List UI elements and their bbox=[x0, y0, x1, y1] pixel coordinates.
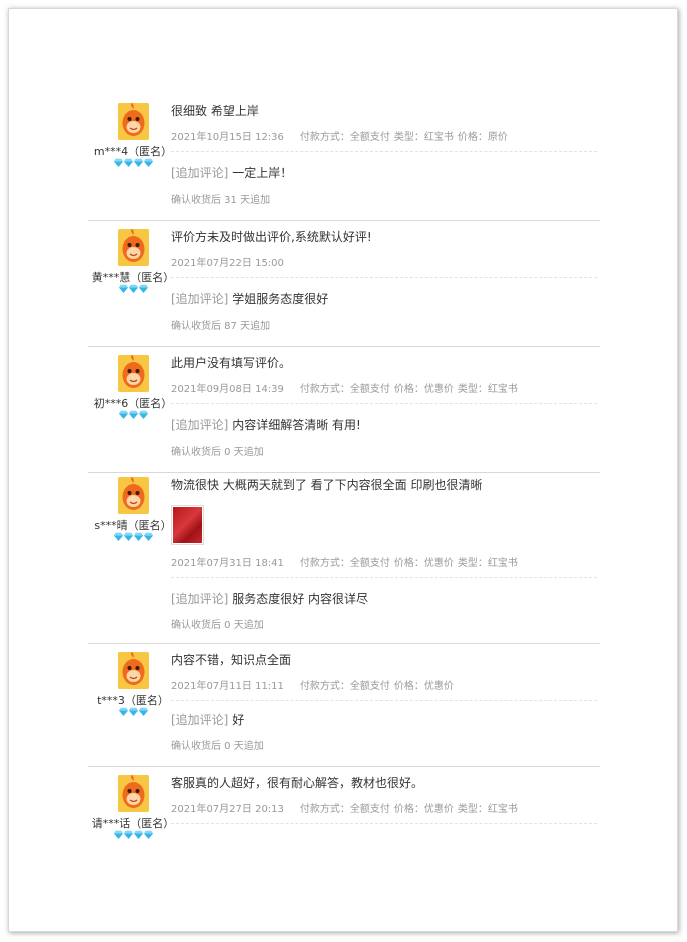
order-meta: 价格：优惠价 bbox=[393, 681, 454, 692]
additional-review-tag: [追加评论] bbox=[171, 418, 229, 432]
review-item: s***晴（匿名） 物流很快 大概两天就到了 看了下内容很全面 印刷也很清晰 202… bbox=[88, 477, 600, 644]
additional-review-tag: [追加评论] bbox=[171, 592, 229, 606]
reviewer-name: m***4（匿名） bbox=[93, 145, 173, 158]
additional-review-tag: [追加评论] bbox=[171, 166, 229, 180]
additional-review: [追加评论] 学姐服务态度很好 bbox=[171, 291, 597, 307]
avatar[interactable] bbox=[118, 103, 149, 140]
review-item: t***3（匿名） 内容不错，知识点全面 2021年07月11日 11:11 付款方式… bbox=[88, 652, 600, 767]
diamond-icon bbox=[128, 707, 138, 716]
reviewer-name: 初***6（匿名） bbox=[93, 397, 173, 410]
review-date: 2021年07月22日 15:00 bbox=[171, 258, 284, 269]
additional-review: [追加评论] 好 bbox=[171, 712, 597, 728]
additional-review-time: 确认收货后 0 天追加 bbox=[171, 741, 264, 752]
review-date: 2021年10月15日 12:36 bbox=[171, 132, 284, 143]
review-text: 此用户没有填写评价。 bbox=[171, 356, 292, 370]
order-meta: 类型：红宝书 bbox=[393, 132, 454, 143]
diamond-icon bbox=[143, 158, 153, 167]
review-item: 初***6（匿名） 此用户没有填写评价。 2021年09月08日 14:39 付款方式… bbox=[88, 355, 600, 473]
review-date: 2021年09月08日 14:39 bbox=[171, 384, 284, 395]
additional-review: [追加评论] 内容详细解答清晰 有用! bbox=[171, 417, 597, 433]
diamond-icon bbox=[138, 410, 148, 419]
review-item: 黄***慧（匿名） 评价方未及时做出评价,系统默认好评! 2021年07月22日 1… bbox=[88, 229, 600, 347]
member-level bbox=[88, 707, 178, 716]
additional-review-time: 确认收货后 87 天追加 bbox=[171, 321, 271, 332]
additional-review-time: 确认收货后 31 天追加 bbox=[171, 195, 271, 206]
review-date: 2021年07月31日 18:41 bbox=[171, 558, 284, 569]
diamond-icon bbox=[128, 284, 138, 293]
reviewer-name: t***3（匿名） bbox=[97, 694, 169, 707]
order-meta: 类型：红宝书 bbox=[457, 804, 518, 815]
additional-review-tag: [追加评论] bbox=[171, 292, 229, 306]
additional-review: [追加评论] 服务态度很好 内容很详尽 bbox=[171, 591, 597, 607]
review-text: 客服真的人超好，很有耐心解答，教材也很好。 bbox=[171, 776, 424, 790]
order-meta: 价格：原价 bbox=[457, 132, 508, 143]
diamond-icon bbox=[128, 410, 138, 419]
reviewer-name: 请***话（匿名） bbox=[91, 817, 175, 830]
avatar[interactable] bbox=[118, 355, 149, 392]
order-meta: 付款方式：全额支付 bbox=[299, 681, 390, 692]
additional-review: [追加评论] 一定上岸！ bbox=[171, 165, 597, 181]
diamond-icon bbox=[143, 830, 153, 839]
order-meta: 付款方式：全额支付 bbox=[299, 804, 390, 815]
order-meta: 类型：红宝书 bbox=[457, 384, 518, 395]
review-meta: 2021年07月31日 18:41 付款方式：全额支付 价格：优惠价 类型：红宝书 bbox=[171, 557, 597, 578]
reviewer-name: s***晴（匿名） bbox=[94, 519, 172, 532]
diamond-icon bbox=[133, 830, 143, 839]
review-date: 2021年07月11日 11:11 bbox=[171, 681, 284, 692]
additional-review-text: 服务态度很好 内容很详尽 bbox=[232, 592, 369, 606]
member-level bbox=[88, 284, 178, 293]
diamond-icon bbox=[138, 707, 148, 716]
diamond-icon bbox=[123, 532, 133, 541]
diamond-icon bbox=[113, 830, 123, 839]
diamond-icon bbox=[143, 532, 153, 541]
review-item: 请***话（匿名） 客服真的人超好，很有耐心解答，教材也很好。 2021年07月27… bbox=[88, 775, 600, 855]
order-meta: 价格：优惠价 bbox=[393, 804, 454, 815]
order-meta: 付款方式：全额支付 bbox=[299, 132, 390, 143]
additional-review-text: 一定上岸！ bbox=[232, 166, 293, 180]
review-item: m***4（匿名） 很细致 希望上岸 2021年10月15日 12:36 付款方式：全… bbox=[88, 103, 600, 221]
review-meta: 2021年07月11日 11:11 付款方式：全额支付 价格：优惠价 bbox=[171, 680, 597, 701]
diamond-icon bbox=[133, 532, 143, 541]
additional-review-time: 确认收货后 0 天追加 bbox=[171, 620, 264, 631]
review-text: 内容不错，知识点全面 bbox=[171, 653, 292, 667]
avatar[interactable] bbox=[118, 477, 149, 514]
reviewer-name: 黄***慧（匿名） bbox=[91, 271, 175, 284]
diamond-icon bbox=[118, 410, 128, 419]
order-meta: 付款方式：全额支付 bbox=[299, 558, 390, 569]
review-meta: 2021年07月22日 15:00 bbox=[171, 257, 597, 278]
review-text: 很细致 希望上岸 bbox=[171, 104, 259, 118]
additional-review-text: 学姐服务态度很好 bbox=[232, 292, 329, 306]
order-meta: 价格：优惠价 bbox=[393, 384, 454, 395]
member-level bbox=[88, 830, 178, 839]
order-meta: 付款方式：全额支付 bbox=[299, 384, 390, 395]
diamond-icon bbox=[113, 532, 123, 541]
diamond-icon bbox=[123, 158, 133, 167]
additional-review-tag: [追加评论] bbox=[171, 713, 229, 727]
diamond-icon bbox=[123, 830, 133, 839]
review-meta: 2021年09月08日 14:39 付款方式：全额支付 价格：优惠价 类型：红宝书 bbox=[171, 383, 597, 404]
avatar[interactable] bbox=[118, 229, 149, 266]
member-level bbox=[88, 410, 178, 419]
review-meta: 2021年07月27日 20:13 付款方式：全额支付 价格：优惠价 类型：红宝书 bbox=[171, 803, 597, 824]
diamond-icon bbox=[138, 284, 148, 293]
order-meta: 类型：红宝书 bbox=[457, 558, 518, 569]
additional-review-time: 确认收货后 0 天追加 bbox=[171, 447, 264, 458]
diamond-icon bbox=[133, 158, 143, 167]
member-level bbox=[88, 532, 178, 541]
diamond-icon bbox=[113, 158, 123, 167]
review-photo[interactable] bbox=[171, 505, 204, 545]
review-text: 物流很快 大概两天就到了 看了下内容很全面 印刷也很清晰 bbox=[171, 478, 483, 492]
avatar[interactable] bbox=[118, 652, 149, 689]
diamond-icon bbox=[118, 284, 128, 293]
additional-review-text: 内容详细解答清晰 有用! bbox=[232, 418, 361, 432]
order-meta: 价格：优惠价 bbox=[393, 558, 454, 569]
member-level bbox=[88, 158, 178, 167]
diamond-icon bbox=[118, 707, 128, 716]
avatar[interactable] bbox=[118, 775, 149, 812]
review-meta: 2021年10月15日 12:36 付款方式：全额支付 类型：红宝书 价格：原价 bbox=[171, 131, 597, 152]
review-date: 2021年07月27日 20:13 bbox=[171, 804, 284, 815]
additional-review-text: 好 bbox=[232, 713, 245, 727]
review-text: 评价方未及时做出评价,系统默认好评! bbox=[171, 230, 372, 244]
